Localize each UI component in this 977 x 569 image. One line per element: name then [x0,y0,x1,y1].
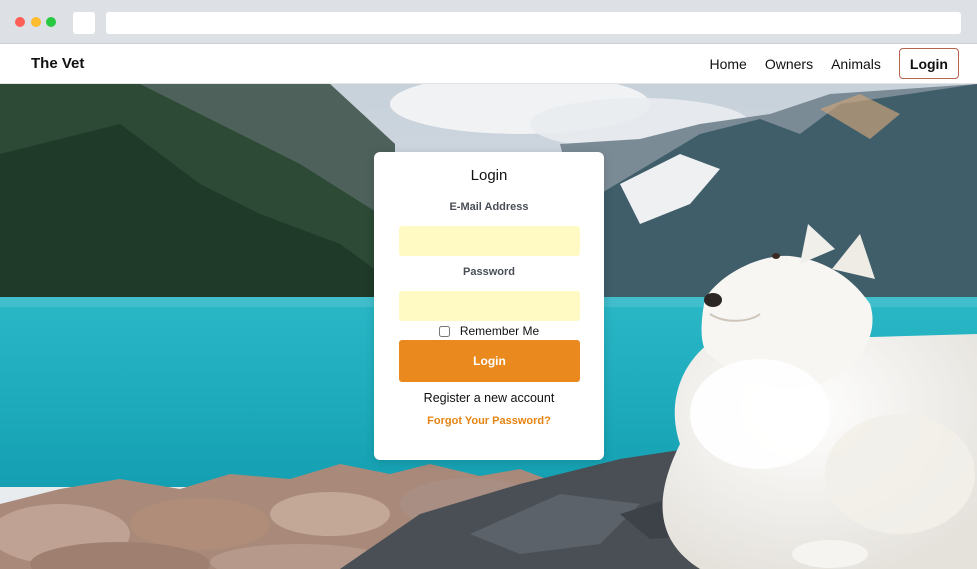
forgot-password-link[interactable]: Forgot Your Password? [374,415,604,427]
login-submit-button[interactable]: Login [399,340,580,382]
nav-link-owners[interactable]: Owners [765,56,813,72]
close-window-icon[interactable] [15,17,25,27]
brand-logo[interactable]: The Vet [31,55,84,72]
browser-chrome [0,0,977,44]
browser-tab[interactable] [73,12,95,34]
password-label: Password [463,266,515,278]
remember-me-label[interactable]: Remember Me [460,324,539,338]
card-title: Login [470,167,508,184]
nav-link-animals[interactable]: Animals [831,56,881,72]
maximize-window-icon[interactable] [46,17,56,27]
email-label: E-Mail Address [449,201,529,213]
nav-login-button[interactable]: Login [898,48,959,79]
email-field[interactable] [399,226,580,256]
nav-links: Home Owners Animals Login [692,48,959,79]
nav-link-home[interactable]: Home [710,56,747,72]
password-field[interactable] [399,291,580,321]
remember-me-row: Remember Me [374,324,604,338]
register-link[interactable]: Register a new account [374,391,604,405]
address-bar[interactable] [106,12,961,34]
remember-me-checkbox[interactable] [438,325,450,337]
login-card: Login E-Mail Address Password Remember M… [374,152,604,460]
minimize-window-icon[interactable] [31,17,41,27]
navbar: The Vet Home Owners Animals Login [0,44,977,84]
